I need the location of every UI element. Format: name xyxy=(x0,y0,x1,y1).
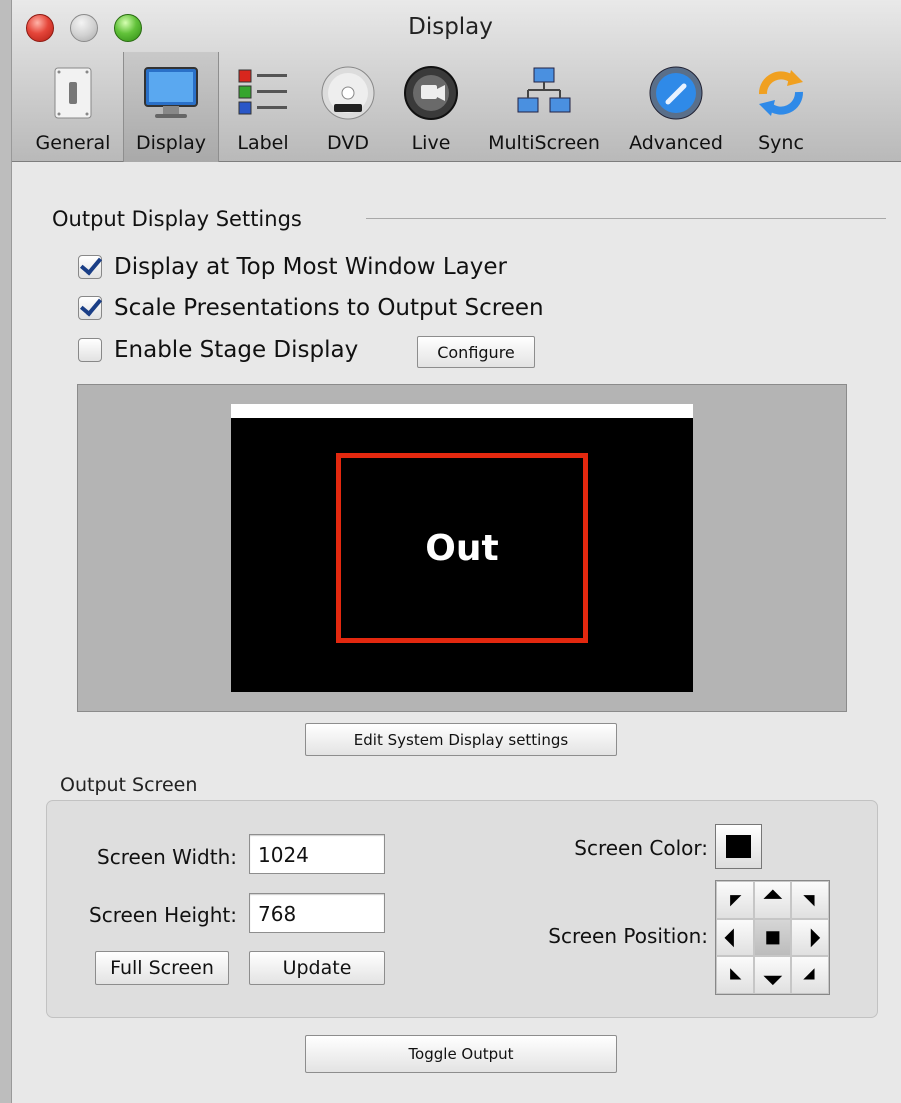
output-screen-preview: Out xyxy=(231,404,693,692)
position-bottom-left[interactable] xyxy=(716,956,754,994)
preferences-window: Display General Display Label DVD Live M… xyxy=(0,0,901,1103)
position-center[interactable] xyxy=(753,918,792,957)
position-top[interactable] xyxy=(753,881,792,919)
screen-position-grid xyxy=(715,880,830,995)
output-area-box[interactable]: Out xyxy=(336,453,588,643)
toolbar-advanced[interactable]: Advanced xyxy=(620,58,732,162)
scale-checkbox[interactable] xyxy=(78,296,102,320)
preview-menubar xyxy=(231,404,693,418)
position-top-right[interactable] xyxy=(791,881,829,919)
screen-position-label: Screen Position: xyxy=(548,924,708,948)
sync-arrows-icon xyxy=(751,64,811,122)
full-screen-button[interactable]: Full Screen xyxy=(95,951,229,985)
toolbar-display[interactable]: Display xyxy=(123,52,219,162)
center-square-icon xyxy=(765,930,780,945)
arrow-up-left-icon xyxy=(730,895,742,907)
monitor-icon xyxy=(141,64,201,122)
output-display-heading: Output Display Settings xyxy=(52,207,302,231)
toolbar-dvd[interactable]: DVD xyxy=(310,58,386,162)
arrow-down-icon xyxy=(763,976,782,986)
window-title: Display xyxy=(408,14,493,40)
arrow-up-right-icon xyxy=(803,895,815,907)
arrow-right-icon xyxy=(811,928,821,947)
gear-disc-icon xyxy=(646,64,706,122)
scale-checkbox-row[interactable]: Scale Presentations to Output Screen xyxy=(78,293,544,323)
position-bottom-right[interactable] xyxy=(791,956,829,994)
toolbar-multiscreen-label: MultiScreen xyxy=(488,132,600,154)
toolbar-general-label: General xyxy=(35,132,111,154)
output-area-label: Out xyxy=(425,527,499,569)
toolbar-multiscreen[interactable]: MultiScreen xyxy=(479,58,609,162)
top-most-checkbox-row[interactable]: Display at Top Most Window Layer xyxy=(78,252,507,282)
camera-icon xyxy=(401,64,461,122)
output-screen-heading: Output Screen xyxy=(60,774,198,796)
color-list-icon xyxy=(233,64,293,122)
toolbar-general[interactable]: General xyxy=(30,58,116,162)
top-most-checkbox[interactable] xyxy=(78,255,102,279)
toggle-output-button[interactable]: Toggle Output xyxy=(305,1035,617,1073)
toolbar-dvd-label: DVD xyxy=(327,132,369,154)
screen-color-label: Screen Color: xyxy=(574,836,708,860)
switch-icon xyxy=(43,64,103,122)
toolbar-live-label: Live xyxy=(411,132,451,154)
position-right[interactable] xyxy=(791,918,829,957)
stage-display-checkbox-row[interactable]: Enable Stage Display xyxy=(78,335,358,365)
toolbar-sync[interactable]: Sync xyxy=(746,58,816,162)
screen-color-well[interactable] xyxy=(715,824,762,869)
toolbar-label[interactable]: Label xyxy=(228,58,298,162)
update-button[interactable]: Update xyxy=(249,951,385,985)
toolbar-display-label: Display xyxy=(135,132,207,154)
position-left[interactable] xyxy=(716,918,754,957)
position-bottom[interactable] xyxy=(753,956,792,994)
arrow-left-icon xyxy=(724,928,734,947)
section-divider xyxy=(366,218,886,219)
screen-height-label: Screen Height: xyxy=(89,903,237,927)
stage-display-label: Enable Stage Display xyxy=(114,337,359,363)
edit-system-display-button[interactable]: Edit System Display settings xyxy=(305,723,617,756)
screen-width-field[interactable]: 1024 xyxy=(249,834,385,874)
window-edge xyxy=(0,0,12,1103)
position-top-left[interactable] xyxy=(716,881,754,919)
color-swatch xyxy=(726,835,751,858)
arrow-down-right-icon xyxy=(803,968,815,980)
network-icon xyxy=(514,64,574,122)
top-most-label: Display at Top Most Window Layer xyxy=(114,254,507,280)
toolbar-label-label: Label xyxy=(237,132,289,154)
arrow-down-left-icon xyxy=(730,968,742,980)
stage-display-checkbox[interactable] xyxy=(78,338,102,362)
screen-width-label: Screen Width: xyxy=(97,845,237,869)
configure-button[interactable]: Configure xyxy=(417,336,535,368)
scale-label: Scale Presentations to Output Screen xyxy=(114,295,544,321)
toolbar-sync-label: Sync xyxy=(758,132,804,154)
toolbar-advanced-label: Advanced xyxy=(629,132,723,154)
dvd-disc-icon xyxy=(318,64,378,122)
toolbar-live[interactable]: Live xyxy=(396,58,466,162)
arrow-up-icon xyxy=(763,889,782,899)
screen-height-field[interactable]: 768 xyxy=(249,893,385,933)
